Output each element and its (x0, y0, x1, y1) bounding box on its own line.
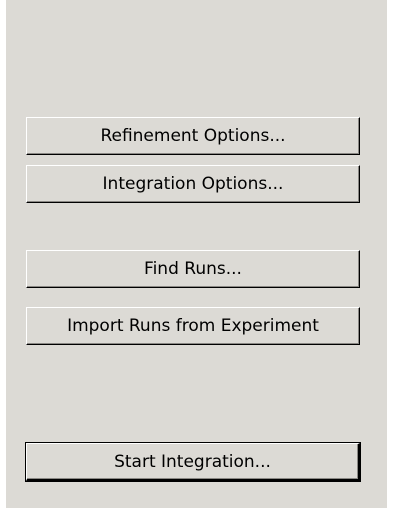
options-panel: Refinement Options... Integration Option… (6, 0, 387, 508)
refinement-options-button[interactable]: Refinement Options... (26, 117, 360, 155)
find-runs-button[interactable]: Find Runs... (26, 250, 360, 288)
integration-options-button[interactable]: Integration Options... (26, 165, 360, 203)
start-integration-button[interactable]: Start Integration... (25, 442, 361, 482)
import-runs-button[interactable]: Import Runs from Experiment (26, 307, 360, 345)
